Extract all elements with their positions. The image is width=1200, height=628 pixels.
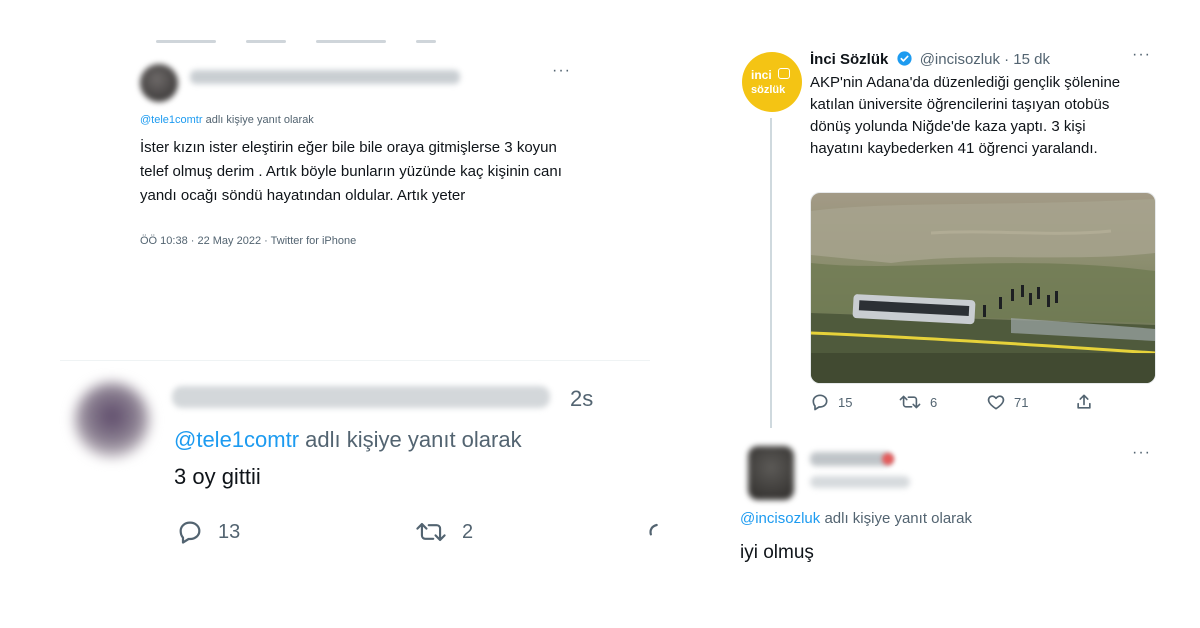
author-handle-blurred (810, 476, 910, 488)
tweet-time[interactable]: 2s (570, 386, 593, 412)
divider (60, 360, 650, 361)
share-button[interactable] (1074, 392, 1094, 412)
author-name-blurred (172, 386, 550, 408)
reply-button[interactable]: 13 (176, 518, 240, 546)
reply-context-label: adlı kişiye yanıt olarak (305, 427, 522, 452)
reply-icon (176, 518, 204, 546)
blurred-emoji (882, 453, 894, 465)
avatar[interactable] (140, 64, 178, 102)
tweet-text: AKP'nin Adana'da düzenlediği gençlik şöl… (810, 74, 1121, 157)
avatar[interactable] (748, 446, 794, 500)
tweet-timestamp[interactable]: ÖÖ 10:38 · 22 May 2022 · Twitter for iPh… (140, 235, 356, 247)
tweet-card-right-bottom[interactable]: ··· @incisozluk adlı kişiye yanıt olarak… (730, 440, 1170, 580)
retweet-button[interactable]: 6 (898, 392, 937, 412)
reply-context-label: adlı kişiye yanıt olarak (824, 510, 973, 527)
tweet-actions: 13 2 (176, 518, 658, 548)
reply-context: @tele1comtr adlı kişiye yanıt olarak (140, 114, 314, 126)
reply-context: @tele1comtr adlı kişiye yanıt olarak (174, 427, 522, 453)
reply-icon (810, 392, 830, 412)
retweet-icon (898, 392, 922, 412)
heart-icon (986, 392, 1006, 412)
logo-mascot-icon (778, 68, 790, 79)
author-name[interactable]: İnci Sözlük (810, 51, 888, 68)
verified-badge-icon (896, 50, 913, 67)
tweet-card-right-top[interactable]: inci sözlük İnci Sözlük @incisozluk · 15… (730, 40, 1170, 428)
tweet-card-left-top[interactable]: ··· @tele1comtr adlı kişiye yanıt olarak… (120, 40, 660, 340)
reply-handle-link[interactable]: @tele1comtr (140, 114, 203, 126)
author-handle-time[interactable]: @incisozluk · 15 dk (920, 51, 1050, 68)
thread-line (770, 118, 772, 428)
tweet-header: İnci Sözlük @incisozluk · 15 dk (810, 50, 1050, 68)
retweet-icon (414, 518, 448, 546)
heart-icon (646, 518, 658, 546)
avatar[interactable] (74, 382, 150, 458)
tweet-card-left-bottom[interactable]: 2s @tele1comtr adlı kişiye yanıt olarak … (60, 360, 660, 582)
like-count: 71 (1014, 394, 1029, 410)
inci-sozluk-logo[interactable]: inci sözlük (742, 52, 802, 112)
reply-button[interactable]: 15 (810, 392, 852, 412)
logo-text-sozluk: sözlük (751, 84, 786, 96)
tweet-text: 3 oy gittii (174, 464, 261, 489)
retweet-button[interactable]: 2 (414, 518, 473, 546)
cutoff-previous-content (156, 40, 536, 46)
share-icon (1074, 392, 1094, 412)
reply-context: @incisozluk adlı kişiye yanıt olarak (740, 510, 972, 527)
retweet-count: 2 (462, 520, 474, 543)
author-name-blurred (810, 452, 892, 466)
more-icon[interactable]: ··· (1132, 444, 1151, 462)
reply-context-label: adlı kişiye yanıt olarak (205, 114, 314, 126)
tweet-text: iyi olmuş (740, 542, 814, 563)
author-name-blurred (190, 70, 460, 84)
retweet-count: 6 (930, 394, 938, 410)
tweet-photo-bus-accident[interactable] (810, 192, 1156, 384)
more-icon[interactable]: ··· (1132, 46, 1151, 64)
reply-handle-link[interactable]: @tele1comtr (174, 427, 299, 452)
reply-count: 15 (838, 394, 853, 410)
tweet-actions: 15 6 71 (810, 392, 1110, 414)
reply-handle-link[interactable]: @incisozluk (740, 510, 820, 527)
more-icon[interactable]: ··· (552, 62, 571, 80)
like-button[interactable]: 71 (986, 392, 1028, 412)
tweet-text: İster kızın ister eleştirin eğer bile bi… (140, 139, 562, 204)
reply-count: 13 (218, 520, 241, 543)
like-button-cropped[interactable] (646, 518, 658, 546)
logo-text-inci: inci (751, 68, 772, 82)
